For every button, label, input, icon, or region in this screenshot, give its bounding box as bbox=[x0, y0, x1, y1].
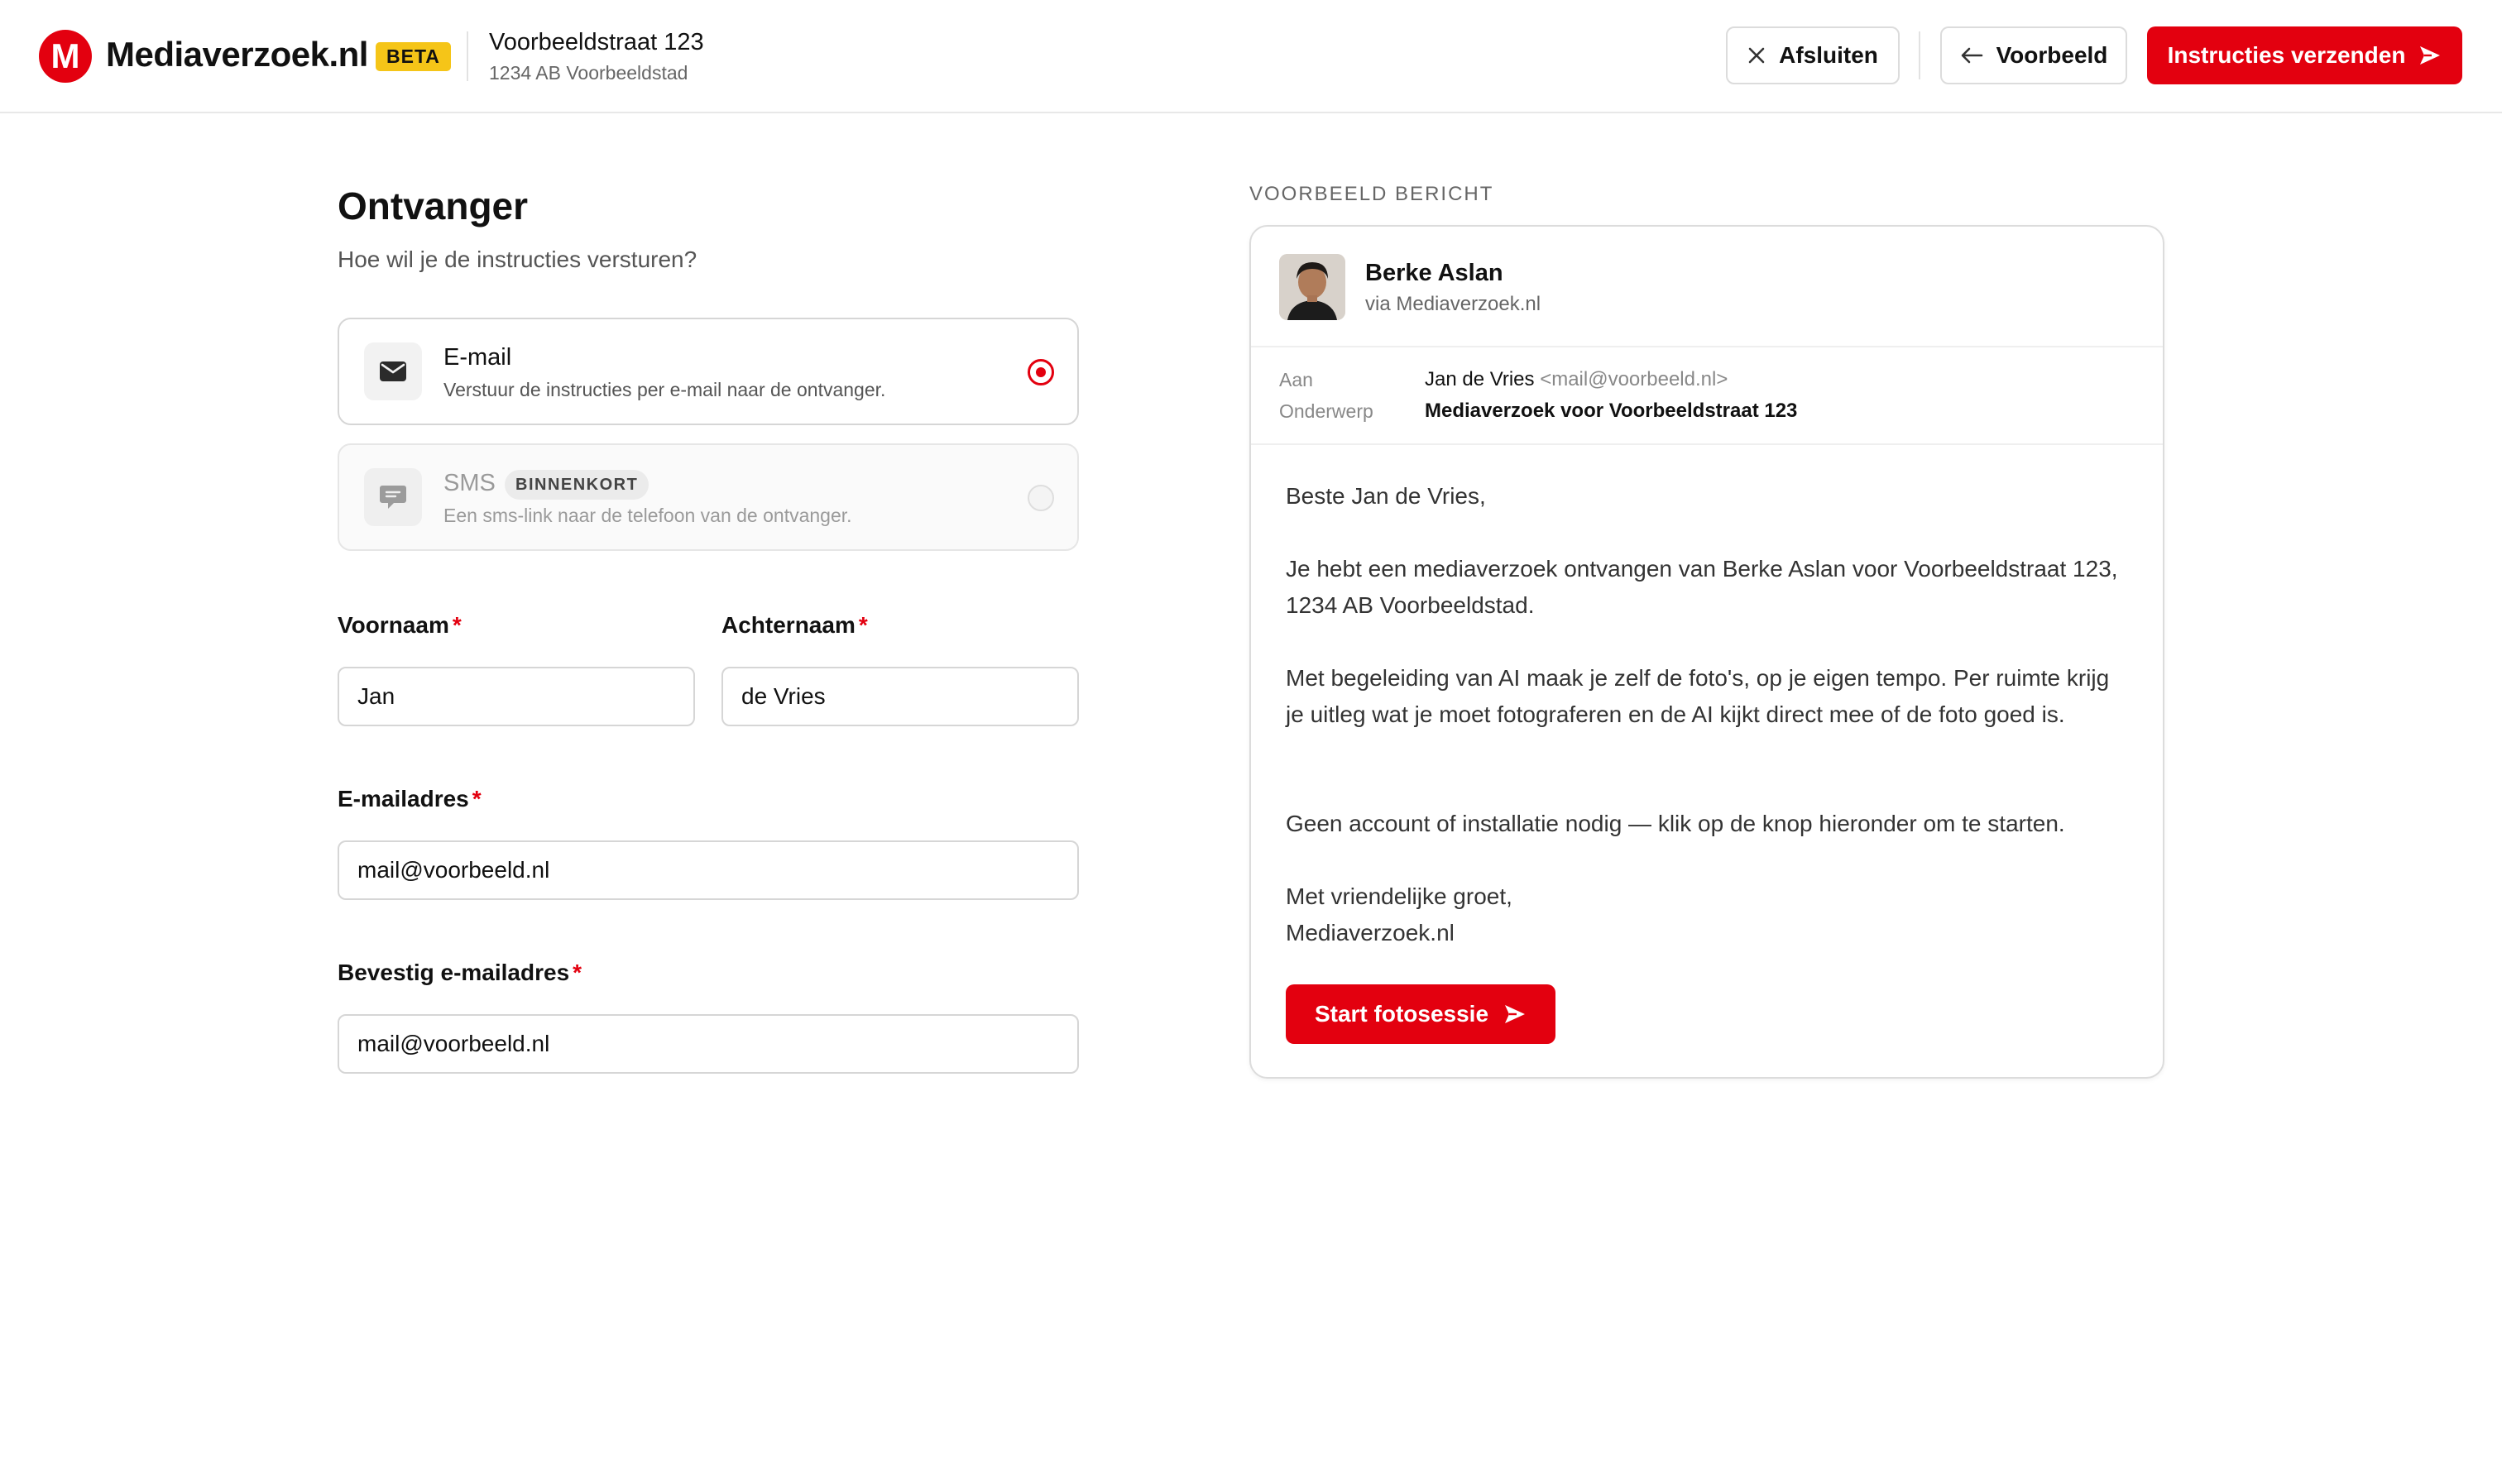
email-greeting: Beste Jan de Vries, bbox=[1286, 483, 1486, 509]
channel-option-sms: SMS BINNENKORT Een sms-link naar de tele… bbox=[338, 443, 1079, 551]
coming-soon-badge: BINNENKORT bbox=[505, 470, 649, 500]
brand-name: Mediaverzoek.nl bbox=[106, 35, 368, 74]
subject-key: Onderwerp bbox=[1279, 400, 1373, 422]
to-name: Jan de Vries bbox=[1425, 368, 1535, 390]
first-name-input[interactable] bbox=[338, 667, 695, 726]
email-signature: Mediaverzoek.nl bbox=[1286, 920, 1455, 945]
first-name-label-text: Voornaam bbox=[338, 612, 449, 638]
mail-icon-box bbox=[364, 342, 422, 400]
first-name-label: Voornaam * bbox=[338, 612, 462, 639]
to-key: Aan bbox=[1279, 369, 1313, 390]
chat-icon bbox=[380, 486, 406, 509]
email-confirm-label: Bevestig e-mailadres * bbox=[338, 960, 582, 986]
channel-title: E-mail bbox=[443, 344, 512, 371]
last-name-label-text: Achternaam bbox=[721, 612, 856, 638]
header-divider-2 bbox=[1919, 31, 1920, 79]
start-photo-session-button[interactable]: Start fotosessie bbox=[1286, 984, 1555, 1044]
channel-radio-sms bbox=[1028, 485, 1054, 511]
mail-icon bbox=[380, 361, 406, 381]
page-title: Ontvanger bbox=[338, 184, 529, 227]
start-photo-session-label: Start fotosessie bbox=[1314, 1001, 1489, 1027]
close-icon bbox=[1748, 47, 1765, 64]
beta-badge: BETA bbox=[376, 42, 451, 71]
close-button[interactable]: Afsluiten bbox=[1726, 26, 1900, 84]
page-subtitle: Hoe wil je de instructies versturen? bbox=[338, 247, 697, 272]
last-name-label: Achternaam * bbox=[721, 612, 868, 639]
channel-radio-email[interactable] bbox=[1028, 359, 1054, 385]
channel-option-email[interactable]: E-mail Verstuur de instructies per e-mai… bbox=[338, 318, 1079, 425]
send-instructions-label: Instructies verzenden bbox=[2167, 42, 2406, 68]
required-marker: * bbox=[573, 960, 582, 985]
channel-description: Een sms-link naar de telefoon van de ont… bbox=[443, 505, 852, 526]
email-paragraph: Geen account of installatie nodig — klik… bbox=[1286, 811, 2065, 836]
email-preview-card: Berke Aslan via Mediaverzoek.nl Aan Jan … bbox=[1249, 225, 2164, 1079]
avatar-image bbox=[1279, 254, 1345, 320]
preview-section-label: VOORBEELD BERICHT bbox=[1249, 183, 1494, 205]
arrow-left-icon bbox=[1961, 47, 1982, 64]
email-paragraph: Met begeleiding van AI maak je zelf de f… bbox=[1286, 665, 2110, 727]
last-name-input[interactable] bbox=[721, 667, 1079, 726]
preview-button-label: Voorbeeld bbox=[1996, 42, 2108, 68]
top-bar: M Mediaverzoek.nl BETA Voorbeeldstraat 1… bbox=[0, 0, 2502, 113]
address-line2: 1234 AB Voorbeeldstad bbox=[489, 62, 688, 84]
preview-button[interactable]: Voorbeeld bbox=[1940, 26, 2127, 84]
email-input[interactable] bbox=[338, 840, 1079, 900]
required-marker: * bbox=[452, 612, 462, 638]
divider bbox=[1251, 443, 2163, 445]
chat-icon-box bbox=[364, 468, 422, 526]
divider bbox=[1251, 346, 2163, 347]
to-email: <mail@voorbeeld.nl> bbox=[1540, 368, 1728, 390]
avatar bbox=[1279, 254, 1345, 320]
email-confirm-input[interactable] bbox=[338, 1014, 1079, 1074]
address-line1: Voorbeeldstraat 123 bbox=[489, 29, 704, 55]
required-marker: * bbox=[858, 612, 868, 638]
header-divider bbox=[467, 31, 468, 81]
to-value: Jan de Vries <mail@voorbeeld.nl> bbox=[1425, 368, 1728, 391]
channel-title: SMS bbox=[443, 470, 496, 496]
send-icon bbox=[1505, 1005, 1526, 1023]
subject-value: Mediaverzoek voor Voorbeeldstraat 123 bbox=[1425, 400, 1798, 422]
sender-name: Berke Aslan bbox=[1365, 260, 1503, 286]
channel-description: Verstuur de instructies per e-mail naar … bbox=[443, 379, 886, 400]
email-paragraph: Je hebt een mediaverzoek ontvangen van B… bbox=[1286, 556, 2118, 618]
email-closing: Met vriendelijke groet, bbox=[1286, 883, 1512, 909]
email-label-text: E-mailadres bbox=[338, 786, 469, 811]
sender-via: via Mediaverzoek.nl bbox=[1365, 293, 1541, 315]
send-instructions-button[interactable]: Instructies verzenden bbox=[2147, 26, 2462, 84]
logo-icon: M bbox=[39, 30, 92, 83]
required-marker: * bbox=[472, 786, 482, 811]
close-button-label: Afsluiten bbox=[1779, 42, 1878, 68]
send-icon bbox=[2420, 46, 2441, 65]
email-label: E-mailadres * bbox=[338, 786, 482, 812]
email-confirm-label-text: Bevestig e-mailadres bbox=[338, 960, 570, 985]
